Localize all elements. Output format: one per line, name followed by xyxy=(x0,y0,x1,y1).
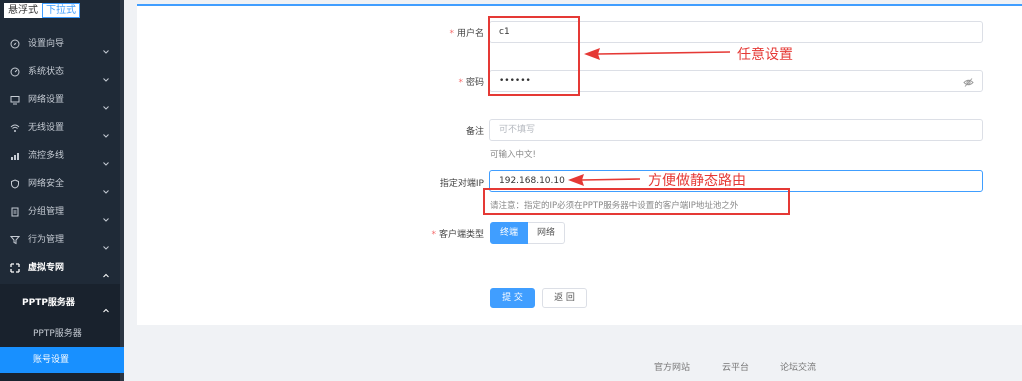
footer-link-official-site[interactable]: 官方网站 xyxy=(654,360,690,373)
footer-link-cloud-platform[interactable]: 云平台 xyxy=(722,360,749,373)
annotation-arrows xyxy=(568,48,731,186)
footer: 官方网站 云平台 论坛交流 xyxy=(124,355,1022,375)
arrow-static-route xyxy=(568,174,641,186)
arrow-credentials xyxy=(584,48,731,60)
annotation-text-arbitrary: 任意设置 xyxy=(737,47,793,63)
annotation-text-static-route: 方便做静态路由 xyxy=(648,173,746,189)
footer-link-forum[interactable]: 论坛交流 xyxy=(780,360,816,373)
